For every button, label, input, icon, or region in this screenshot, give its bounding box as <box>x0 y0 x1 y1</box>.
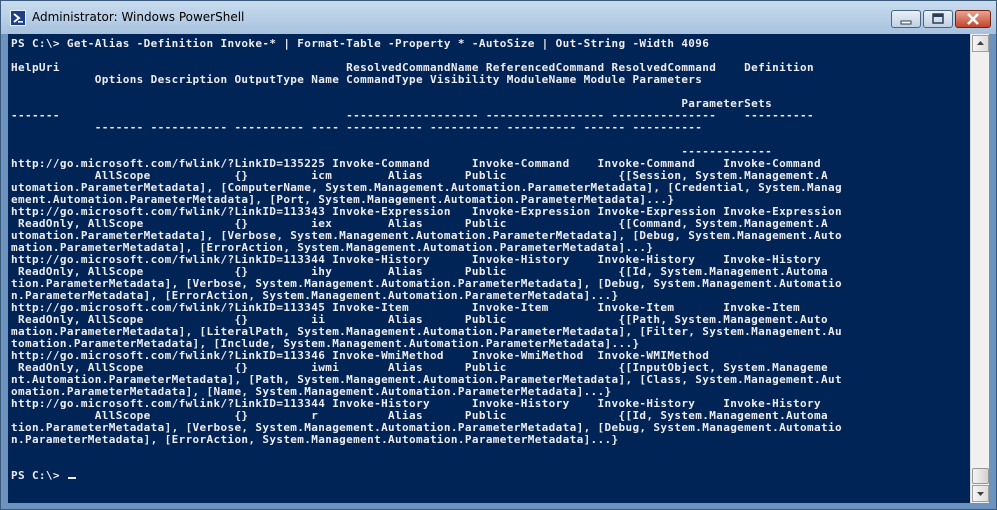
text-cursor <box>67 477 76 479</box>
scroll-down-button[interactable] <box>972 485 989 502</box>
console-output: PS C:\> Get-Alias -Definition Invoke-* |… <box>11 37 842 446</box>
scroll-up-button[interactable] <box>972 35 989 52</box>
maximize-icon <box>932 13 944 24</box>
vertical-scrollbar[interactable] <box>970 34 989 503</box>
maximize-button[interactable] <box>923 10 953 28</box>
console-text: PS C:\> Get-Alias -Definition Invoke-* |… <box>11 38 842 482</box>
minimize-icon <box>900 20 912 25</box>
minimize-button[interactable] <box>891 10 921 28</box>
close-icon <box>967 13 979 25</box>
powershell-icon[interactable] <box>10 10 26 26</box>
console-prompt: PS C:\> <box>11 469 67 482</box>
close-button[interactable] <box>955 10 991 28</box>
title-bar[interactable]: Administrator: Windows PowerShell <box>1 1 996 34</box>
arrow-up-icon <box>977 41 984 45</box>
scroll-thumb[interactable] <box>972 468 989 484</box>
arrow-down-icon <box>977 492 984 496</box>
powershell-window: Administrator: Windows PowerShell PS C:\… <box>0 0 997 510</box>
window-title: Administrator: Windows PowerShell <box>32 10 245 24</box>
console-output-area[interactable]: PS C:\> Get-Alias -Definition Invoke-* |… <box>8 34 970 503</box>
